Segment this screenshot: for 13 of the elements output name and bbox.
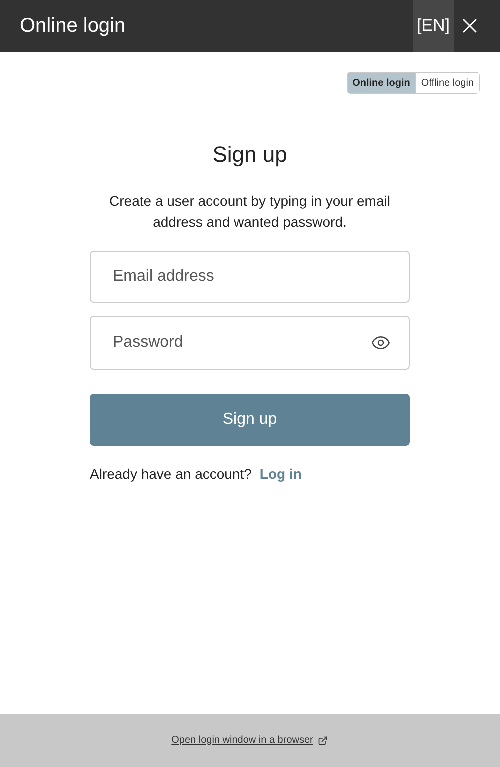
mode-tab[interactable]: Online login [348,73,416,93]
open-in-browser-link[interactable]: Open login window in a browser [172,733,314,748]
window-title: Online login [20,14,127,39]
login-link[interactable]: Log in [260,464,302,485]
heading: Sign up [212,141,288,169]
external-link-icon [318,736,328,746]
login-prompt: Already have an account? [90,465,252,484]
sign-up-button[interactable]: Sign up [90,394,410,446]
language-button[interactable]: [EN] [412,0,454,52]
email-field[interactable]: Email address [90,251,410,303]
description: Create a user account by typing in your email address and wanted password. [108,192,392,232]
password-field[interactable]: Password [90,316,410,370]
mode-tab[interactable]: Offline login [415,73,479,93]
